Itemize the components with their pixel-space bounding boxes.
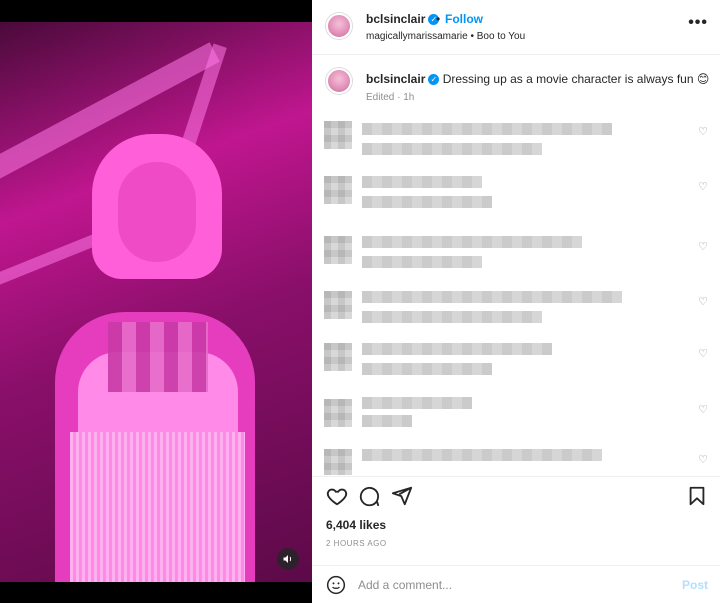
avatar[interactable] <box>326 68 352 94</box>
post-caption: bclsinclair ✓ Dressing up as a movie char… <box>312 60 720 110</box>
comment-item: ♡ <box>312 443 720 475</box>
username-label[interactable]: bclsinclair <box>366 12 425 26</box>
post-author[interactable]: bclsinclair ✓ <box>366 12 440 26</box>
blurred-comment-text <box>362 176 482 188</box>
caption-username[interactable]: bclsinclair <box>366 72 425 86</box>
comment-item: ♡ <box>312 393 720 443</box>
comment-item: ♡ <box>312 115 720 165</box>
blurred-avatar <box>324 236 352 264</box>
post-actions <box>312 476 720 516</box>
likes-count[interactable]: 6,404 likes <box>326 518 386 532</box>
caption-body: Dressing up as a movie character is alwa… <box>442 72 710 86</box>
blurred-avatar <box>324 291 352 319</box>
heart-icon[interactable]: ♡ <box>698 125 708 138</box>
blurred-comment-text <box>362 397 472 409</box>
add-comment-bar: Post <box>312 565 720 603</box>
post-header: bclsinclair ✓ • Follow magicallymarissama… <box>312 0 720 55</box>
more-options-icon[interactable]: ••• <box>688 14 708 32</box>
heart-icon[interactable]: ♡ <box>698 180 708 193</box>
verified-badge-icon: ✓ <box>428 74 440 85</box>
comment-item: ♡ <box>312 337 720 387</box>
blurred-comment-text <box>362 196 492 208</box>
blurred-avatar <box>324 399 352 427</box>
heart-icon[interactable] <box>326 485 348 507</box>
heart-icon[interactable]: ♡ <box>698 240 708 253</box>
bookmark-icon[interactable] <box>686 485 708 507</box>
blurred-comment-meta <box>362 256 482 268</box>
comment-item: ♡ <box>312 170 720 220</box>
instagram-post-modal: bclsinclair ✓ • Follow magicallymarissama… <box>0 0 720 603</box>
comment-input[interactable] <box>358 576 658 594</box>
blurred-comment-text <box>362 236 582 248</box>
blurred-comment-text <box>362 123 612 135</box>
caption-timestamp: Edited · 1h <box>366 92 415 103</box>
comment-item: ♡ <box>312 285 720 335</box>
blurred-comment-text <box>362 291 622 303</box>
emoji-icon[interactable] <box>326 575 346 595</box>
post-timestamp[interactable]: 2 HOURS AGO <box>326 539 387 548</box>
blurred-avatar <box>324 343 352 371</box>
post-comment-button[interactable]: Post <box>682 578 708 592</box>
pixelated-region <box>108 322 208 392</box>
speaker-icon[interactable] <box>277 548 299 570</box>
heart-icon[interactable]: ♡ <box>698 453 708 466</box>
comments-list[interactable]: ♡ ♡ ♡ ♡ ♡ ♡ ♡ <box>312 115 720 475</box>
blurred-comment-text <box>362 449 602 461</box>
follow-button[interactable]: Follow <box>445 12 483 26</box>
separator-dot: • <box>436 12 441 26</box>
comment-icon[interactable] <box>358 485 380 507</box>
blurred-avatar <box>324 449 352 475</box>
blurred-comment-meta <box>362 415 412 427</box>
blurred-comment-meta <box>362 143 542 155</box>
blurred-avatar <box>324 176 352 204</box>
post-subtitle[interactable]: magicallymarissamarie • Boo to You <box>366 31 525 42</box>
post-media[interactable] <box>0 0 312 603</box>
caption-text: bclsinclair ✓ Dressing up as a movie char… <box>366 72 709 86</box>
share-icon[interactable] <box>391 485 413 507</box>
blurred-comment-meta <box>362 363 492 375</box>
video-frame[interactable] <box>0 22 312 582</box>
post-side-panel: bclsinclair ✓ • Follow magicallymarissama… <box>312 0 720 603</box>
avatar[interactable] <box>326 13 352 39</box>
blurred-comment-meta <box>362 311 542 323</box>
dress-fringe <box>70 432 245 582</box>
person-face <box>118 162 196 262</box>
comment-item: ♡ <box>312 230 720 280</box>
blurred-avatar <box>324 121 352 149</box>
blurred-comment-text <box>362 343 552 355</box>
heart-icon[interactable]: ♡ <box>698 295 708 308</box>
heart-icon[interactable]: ♡ <box>698 347 708 360</box>
heart-icon[interactable]: ♡ <box>698 403 708 416</box>
